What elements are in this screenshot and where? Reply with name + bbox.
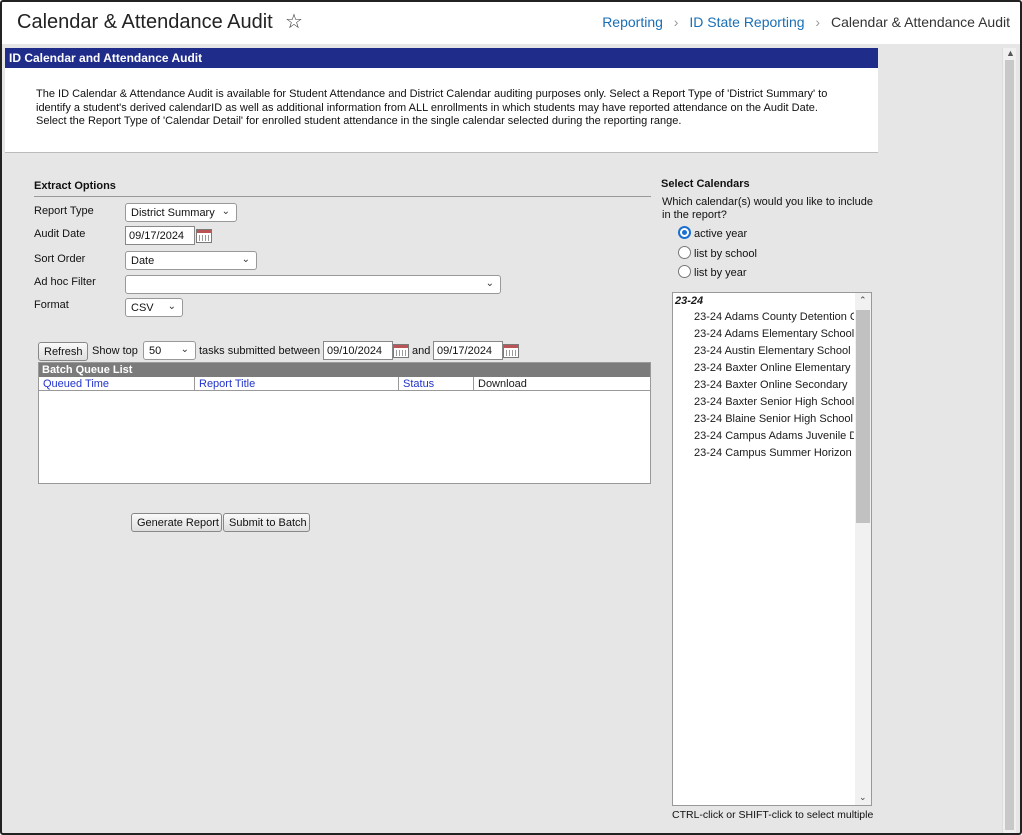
breadcrumb-id-state-reporting[interactable]: ID State Reporting xyxy=(689,14,804,30)
page-scroll-thumb[interactable] xyxy=(1005,60,1014,830)
chevron-right-icon: › xyxy=(815,14,821,30)
breadcrumb-reporting[interactable]: Reporting xyxy=(602,14,663,30)
format-select[interactable]: CSV ⌄ xyxy=(125,298,183,317)
batch-queue-header: Queued Time Report Title Status Download xyxy=(39,377,650,391)
chevron-down-icon: ⌄ xyxy=(241,254,250,265)
column-report-title[interactable]: Report Title xyxy=(195,377,399,391)
main-content: ID Calendar and Attendance Audit The ID … xyxy=(5,48,878,833)
audit-date-input[interactable]: 09/17/2024 xyxy=(125,226,195,245)
list-item[interactable]: 23-24 Baxter Senior High School xyxy=(694,396,854,408)
chevron-up-icon[interactable]: ⌃ xyxy=(859,295,867,306)
adhoc-filter-select[interactable]: ⌄ xyxy=(125,275,501,294)
batch-queue-title: Batch Queue List xyxy=(39,363,650,377)
list-item[interactable]: 23-24 Baxter Online Secondary xyxy=(694,379,854,391)
adhoc-filter-label: Ad hoc Filter xyxy=(34,276,96,288)
chevron-down-icon: ⌄ xyxy=(180,344,189,355)
calendar-group-label: 23-24 xyxy=(675,295,704,307)
submit-to-batch-button[interactable]: Submit to Batch xyxy=(223,513,310,532)
breadcrumb-current: Calendar & Attendance Audit xyxy=(830,14,1010,30)
list-item[interactable]: 23-24 Adams County Detention C xyxy=(694,311,854,323)
select-calendars-heading: Select Calendars xyxy=(661,178,750,190)
page-scrollbar[interactable]: ▲ xyxy=(1002,48,1016,833)
column-status[interactable]: Status xyxy=(399,377,474,391)
format-value: CSV xyxy=(131,302,154,314)
list-item[interactable]: 23-24 Campus Summer Horizon xyxy=(694,447,854,459)
generate-report-button[interactable]: Generate Report xyxy=(131,513,222,532)
list-item[interactable]: 23-24 Austin Elementary School xyxy=(694,345,854,357)
calendar-icon[interactable] xyxy=(196,229,212,243)
radio-list-by-school-label: list by school xyxy=(694,248,757,260)
chevron-right-icon: › xyxy=(673,14,679,30)
list-item[interactable]: 23-24 Baxter Online Elementary xyxy=(694,362,854,374)
radio-active-year[interactable] xyxy=(678,226,691,239)
chevron-down-icon: ⌄ xyxy=(221,206,230,217)
chevron-down-icon[interactable]: ⌄ xyxy=(859,792,867,803)
radio-list-by-year[interactable] xyxy=(678,265,691,278)
column-download: Download xyxy=(478,378,527,390)
panel-title: ID Calendar and Attendance Audit xyxy=(5,48,878,68)
list-item[interactable]: 23-24 Blaine Senior High School xyxy=(694,413,854,425)
report-type-label: Report Type xyxy=(34,205,94,217)
radio-list-by-school[interactable] xyxy=(678,246,691,259)
extract-options-divider xyxy=(34,196,651,197)
sort-order-select[interactable]: Date ⌄ xyxy=(125,251,257,270)
calendars-question: Which calendar(s) would you like to incl… xyxy=(662,196,873,221)
calendar-icon[interactable] xyxy=(503,344,519,358)
listbox-scroll-thumb[interactable] xyxy=(856,310,870,523)
batch-start-date-input[interactable]: 09/10/2024 xyxy=(323,341,393,360)
show-top-value: 50 xyxy=(149,345,162,357)
report-type-value: District Summary xyxy=(131,207,215,219)
list-item[interactable]: 23-24 Adams Elementary School xyxy=(694,328,854,340)
calendar-listbox[interactable]: 23-24 23-24 Adams County Detention C 23-… xyxy=(672,292,872,806)
batch-end-date-input[interactable]: 09/17/2024 xyxy=(433,341,503,360)
star-favorite-icon[interactable]: ☆ xyxy=(285,12,303,32)
calendar-icon[interactable] xyxy=(393,344,409,358)
refresh-button[interactable]: Refresh xyxy=(38,342,88,361)
show-top-label: Show top xyxy=(92,345,138,357)
batch-queue-list: Batch Queue List Queued Time Report Titl… xyxy=(38,362,651,484)
list-item[interactable]: 23-24 Campus Adams Juvenile D xyxy=(694,430,854,442)
listbox-scrollbar[interactable]: ⌃ ⌄ xyxy=(855,293,871,805)
chevron-up-icon[interactable]: ▲ xyxy=(1006,48,1015,58)
show-top-select[interactable]: 50 ⌄ xyxy=(143,341,196,360)
chevron-down-icon: ⌄ xyxy=(485,278,494,289)
chevron-down-icon: ⌄ xyxy=(167,301,176,312)
audit-date-label: Audit Date xyxy=(34,228,86,240)
panel-description: The ID Calendar & Attendance Audit is av… xyxy=(5,68,878,153)
format-label: Format xyxy=(34,299,69,311)
page-title: Calendar & Attendance Audit xyxy=(17,11,273,33)
radio-active-year-label: active year xyxy=(694,228,748,240)
tasks-between-label: tasks submitted between xyxy=(199,345,321,357)
multi-select-hint: CTRL-click or SHIFT-click to select mult… xyxy=(672,809,874,821)
sort-order-label: Sort Order xyxy=(34,253,86,265)
page-header: Calendar & Attendance Audit ☆ Reporting … xyxy=(2,2,1020,44)
radio-list-by-year-label: list by year xyxy=(694,267,747,279)
report-type-select[interactable]: District Summary ⌄ xyxy=(125,203,237,222)
sort-order-value: Date xyxy=(131,255,155,267)
breadcrumb: Reporting › ID State Reporting › Calenda… xyxy=(602,14,1010,30)
right-gutter xyxy=(878,48,1002,833)
and-label: and xyxy=(412,345,431,357)
extract-options-heading: Extract Options xyxy=(34,180,116,192)
column-queued-time[interactable]: Queued Time xyxy=(39,377,195,391)
app-window: Calendar & Attendance Audit ☆ Reporting … xyxy=(0,0,1022,835)
